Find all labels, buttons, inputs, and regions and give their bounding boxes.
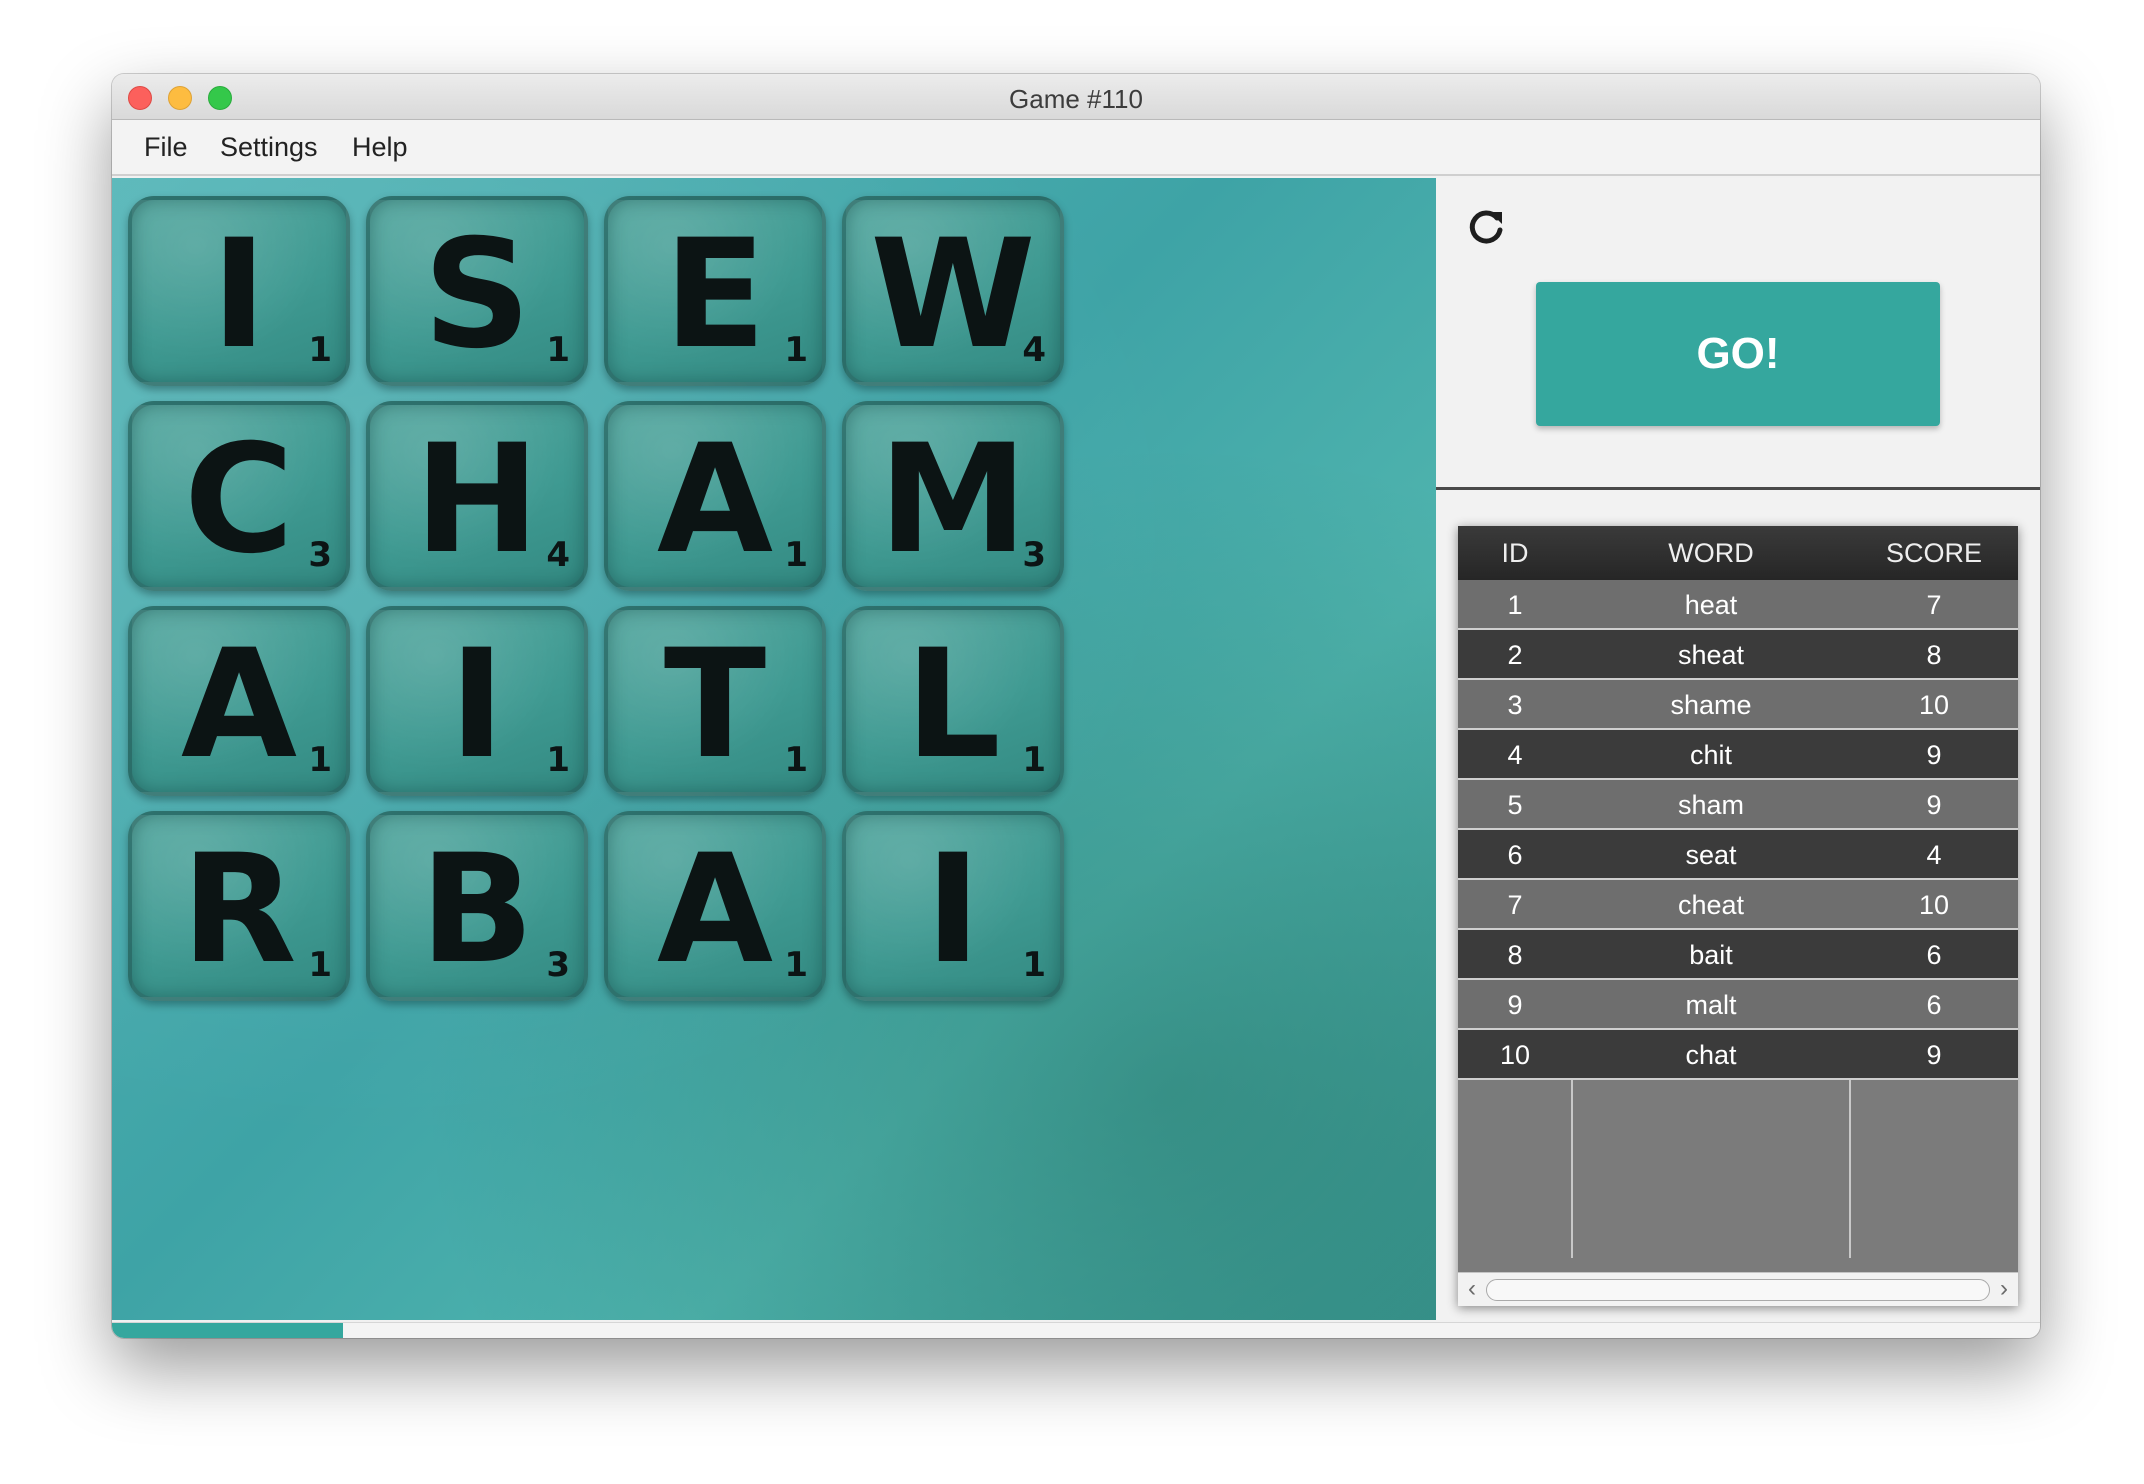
- column-header-id[interactable]: ID: [1458, 538, 1572, 569]
- cell-score: 8: [1926, 640, 1942, 670]
- cell-score: 9: [1926, 790, 1942, 820]
- letter-board: I1S1E1W4C3H4A1M3A1I1T1L1R1B3A1I1: [112, 178, 1436, 1320]
- cell-score: 4: [1926, 840, 1942, 870]
- letter-tile[interactable]: E1: [604, 196, 826, 386]
- cell-word: malt: [1685, 990, 1737, 1020]
- title-bar: Game #110: [112, 74, 2040, 120]
- tile-points: 1: [546, 330, 570, 370]
- scroll-right-icon[interactable]: ›: [1992, 1275, 2016, 1305]
- go-button[interactable]: GO!: [1536, 282, 1940, 426]
- cell-score: 9: [1926, 1040, 1942, 1070]
- table-row[interactable]: 1 heat 7: [1458, 580, 2018, 630]
- letter-tile[interactable]: L1: [842, 606, 1064, 796]
- menu-bar: File Settings Help: [112, 120, 2040, 176]
- menu-file[interactable]: File: [144, 132, 188, 163]
- letter-tile[interactable]: T1: [604, 606, 826, 796]
- cell-word: bait: [1689, 940, 1733, 970]
- tile-points: 3: [308, 535, 332, 575]
- tile-points: 1: [308, 945, 332, 985]
- table-row[interactable]: 8 bait 6: [1458, 930, 2018, 980]
- window-title: Game #110: [1009, 84, 1143, 114]
- tile-points: 1: [546, 740, 570, 780]
- letter-tile[interactable]: H4: [366, 401, 588, 591]
- words-table: ID WORD SCORE 1 heat 7 2 sheat 8 3 shame 10 4 chit…: [1458, 526, 2018, 1306]
- scroll-thumb[interactable]: [1486, 1279, 1990, 1301]
- cell-id: 3: [1507, 690, 1523, 720]
- letter-tile[interactable]: A1: [604, 401, 826, 591]
- scroll-left-icon[interactable]: ‹: [1460, 1275, 1484, 1305]
- table-row[interactable]: 9 malt 6: [1458, 980, 2018, 1030]
- cell-id: 10: [1499, 1040, 1531, 1070]
- cell-word: chit: [1689, 740, 1733, 770]
- letter-tile[interactable]: I1: [366, 606, 588, 796]
- cell-id: 6: [1507, 840, 1523, 870]
- tile-points: 4: [546, 535, 570, 575]
- tile-points: 1: [784, 740, 808, 780]
- letter-tile[interactable]: A1: [604, 811, 826, 1001]
- game-window: Game #110 File Settings Help I1S1E1W4C3H…: [112, 74, 2040, 1338]
- table-header: ID WORD SCORE: [1458, 526, 2018, 580]
- cell-word: heat: [1684, 590, 1738, 620]
- tile-points: 4: [1022, 330, 1046, 370]
- column-header-score[interactable]: SCORE: [1850, 538, 2018, 569]
- cell-word: chat: [1685, 1040, 1737, 1070]
- side-panel: GO! ID WORD SCORE 1 heat 7 2 sheat 8 3 shame 10 4…: [1436, 178, 2040, 1320]
- table-row[interactable]: 7 cheat 10: [1458, 880, 2018, 930]
- tile-points: 1: [1022, 740, 1046, 780]
- cell-id: 9: [1507, 990, 1523, 1020]
- refresh-icon[interactable]: [1464, 206, 1508, 250]
- table-row[interactable]: 2 sheat 8: [1458, 630, 2018, 680]
- letter-tile[interactable]: C3: [128, 401, 350, 591]
- cell-word: sheat: [1677, 640, 1745, 670]
- control-panel: GO!: [1436, 178, 2040, 490]
- cell-score: 9: [1926, 740, 1942, 770]
- cell-word: seat: [1685, 840, 1737, 870]
- tile-points: 1: [784, 535, 808, 575]
- menu-settings[interactable]: Settings: [220, 132, 318, 163]
- tile-points: 1: [784, 945, 808, 985]
- tile-points: 1: [308, 740, 332, 780]
- cell-id: 1: [1507, 590, 1523, 620]
- table-row[interactable]: 3 shame 10: [1458, 680, 2018, 730]
- letter-tile[interactable]: M3: [842, 401, 1064, 591]
- horizontal-scrollbar[interactable]: ‹ ›: [1458, 1272, 2018, 1306]
- table-row[interactable]: 6 seat 4: [1458, 830, 2018, 880]
- tile-points: 3: [546, 945, 570, 985]
- table-row[interactable]: 4 chit 9: [1458, 730, 2018, 780]
- letter-tile[interactable]: B3: [366, 811, 588, 1001]
- timer-progress-fill: [112, 1323, 344, 1338]
- cell-score: 6: [1926, 940, 1942, 970]
- tile-points: 1: [1022, 945, 1046, 985]
- timer-progress-bar: [112, 1322, 2040, 1338]
- tile-points: 1: [784, 330, 808, 370]
- tile-points: 1: [308, 330, 332, 370]
- cell-score: 7: [1926, 590, 1942, 620]
- cell-word: sham: [1677, 790, 1745, 820]
- menu-help[interactable]: Help: [352, 132, 408, 163]
- cell-score: 10: [1918, 890, 1950, 920]
- letter-tile[interactable]: R1: [128, 811, 350, 1001]
- cell-word: cheat: [1677, 890, 1745, 920]
- cell-id: 4: [1507, 740, 1523, 770]
- letter-tile[interactable]: A1: [128, 606, 350, 796]
- cell-id: 8: [1507, 940, 1523, 970]
- letter-tile[interactable]: I1: [128, 196, 350, 386]
- cell-score: 10: [1918, 690, 1950, 720]
- tile-points: 3: [1022, 535, 1046, 575]
- letter-tile[interactable]: W4: [842, 196, 1064, 386]
- column-header-word[interactable]: WORD: [1572, 538, 1850, 569]
- letter-tile[interactable]: I1: [842, 811, 1064, 1001]
- table-row[interactable]: 5 sham 9: [1458, 780, 2018, 830]
- letter-tile[interactable]: S1: [366, 196, 588, 386]
- cell-word: shame: [1670, 690, 1752, 720]
- table-row[interactable]: 10 chat 9: [1458, 1030, 2018, 1080]
- cell-id: 2: [1507, 640, 1523, 670]
- cell-id: 5: [1507, 790, 1523, 820]
- cell-score: 6: [1926, 990, 1942, 1020]
- cell-id: 7: [1507, 890, 1523, 920]
